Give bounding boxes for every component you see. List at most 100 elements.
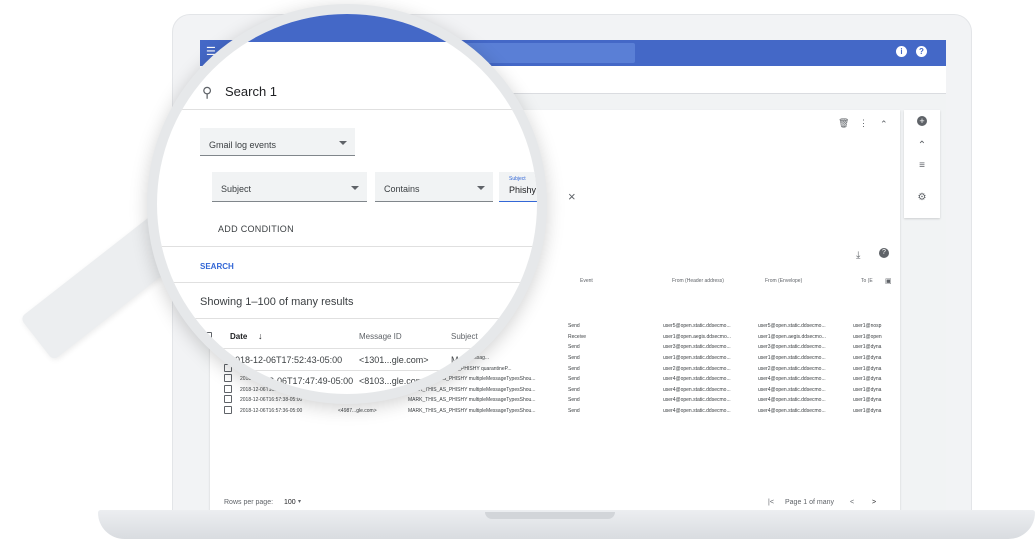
help-icon[interactable]: ?	[879, 248, 889, 258]
column-header-message-id[interactable]: Message ID	[359, 332, 402, 341]
next-page-icon[interactable]: >	[872, 499, 876, 506]
table-cell: user1@dyna	[853, 395, 895, 406]
table-row[interactable]: 2018-12-06T16:57:36-05:00 <4987...gle.com…	[224, 406, 895, 417]
cell-subject: MARK_THIS_AS_PHISHY multipleMessageTypes…	[408, 397, 536, 404]
remove-condition-icon[interactable]: ×	[568, 189, 576, 204]
cell-subject: MARK_THIS_AS_PHISHY multipleMessageTypes…	[408, 408, 536, 415]
zoomed-row-message-id: <8103...gle.com>	[359, 376, 429, 386]
cell-to: user1@dyna	[853, 344, 882, 351]
search-button[interactable]: SEARCH	[200, 262, 234, 271]
scene: ☰ i ? 🗑 ⋮ ⌃ × Event From (Header address…	[0, 0, 1035, 539]
table-cell: user1@open.aegis.ddsecmo...	[758, 332, 853, 343]
cell-to: user1@nosp	[853, 323, 882, 330]
table-cell: user4@open.static.ddsecmo...	[758, 374, 853, 385]
divider	[157, 246, 537, 247]
results-summary: Showing 1–100 of many results	[200, 296, 354, 308]
column-header-to[interactable]: To (E	[861, 278, 873, 284]
expand-all-icon[interactable]: ⌃	[904, 140, 940, 151]
row-checkbox[interactable]	[224, 395, 232, 404]
select-all-checkbox[interactable]	[202, 332, 212, 342]
table-cell: MARK_THIS_AS_PHISHY multipleMessageTypes…	[408, 395, 568, 406]
cell-from-header: user1@open.static.ddsecmo...	[663, 355, 731, 362]
cell-to: user1@dyna	[853, 376, 882, 383]
data-source-select[interactable]: Gmail log events	[200, 128, 355, 156]
search-icon: ⚲	[202, 84, 213, 100]
zoomed-row-message-id: <1301...gle.com>	[359, 355, 429, 365]
cell-from-header: user3@open.static.ddsecmo...	[663, 344, 731, 351]
table-cell: user5@open.static.ddsecmo...	[758, 321, 853, 332]
more-icon[interactable]: ⋮	[859, 118, 868, 129]
cell-to: user1@dyna	[853, 386, 882, 393]
laptop-notch	[485, 512, 615, 519]
column-header-event[interactable]: Event	[580, 278, 593, 284]
info-icon[interactable]: i	[896, 46, 907, 57]
attribute-select[interactable]: Subject	[212, 172, 367, 202]
table-cell: MARK_THIS_AS_PHISHY multipleMessageTypes…	[408, 385, 568, 396]
table-cell: Send	[568, 406, 663, 417]
cell-event: Send	[568, 397, 580, 404]
delete-icon[interactable]: 🗑	[838, 118, 849, 129]
table-cell: user2@open.static.ddsecmo...	[663, 363, 758, 374]
operator-value: Contains	[384, 184, 420, 194]
help-icon[interactable]: ?	[916, 46, 927, 57]
column-header-subject[interactable]: Subject	[451, 332, 478, 341]
row-checkbox[interactable]	[223, 378, 233, 388]
table-cell: MARK_THIS_AS_PHISHY multipleMessageTypes…	[408, 406, 568, 417]
row-checkbox[interactable]	[224, 406, 232, 415]
table-cell: Send	[568, 321, 663, 332]
table-cell: user4@open.static.ddsecmo...	[663, 374, 758, 385]
divider	[157, 109, 537, 110]
sort-descending-icon[interactable]: ↓	[258, 331, 263, 341]
value-field-text: Phishy	[509, 185, 537, 195]
table-cell: user3@open.static.ddsecmo...	[663, 342, 758, 353]
table-cell: Send	[568, 374, 663, 385]
table-cell: user1@nosp	[853, 321, 895, 332]
table-cell: user4@open.static.ddsecmo...	[758, 385, 853, 396]
chevron-down-icon	[477, 186, 485, 190]
table-cell: 2018-12-06T16:57:36-05:00	[240, 406, 338, 417]
lens-topbar	[157, 14, 537, 42]
divider	[157, 282, 537, 283]
page-label: Page 1 of many	[785, 499, 835, 506]
column-header-date[interactable]: Date	[230, 332, 247, 341]
table-cell: user1@dyna	[853, 353, 895, 364]
column-header-from-header[interactable]: From (Header address)	[672, 278, 724, 284]
column-menu-icon[interactable]: ▣	[885, 277, 892, 285]
table-cell: user4@open.static.ddsecmo...	[663, 395, 758, 406]
cell-to: user1@dyna	[853, 408, 882, 415]
cell-from-header: user4@open.static.ddsecmo...	[663, 408, 731, 415]
add-icon[interactable]: +	[904, 116, 940, 127]
first-page-icon[interactable]: |<	[768, 499, 774, 506]
table-cell: user5@open.static.ddsecmo...	[663, 321, 758, 332]
rows-per-page-select[interactable]: 100	[284, 499, 296, 506]
settings-icon[interactable]: ⚙	[904, 192, 940, 203]
cell-from-envelope: user5@open.static.ddsecmo...	[758, 323, 826, 330]
value-field[interactable]: Subject Phishy	[499, 172, 537, 202]
table-cell: Send	[568, 385, 663, 396]
delete-list-icon[interactable]: ≡	[904, 160, 940, 171]
chevron-down-icon: ▾	[298, 499, 302, 505]
table-cell: Receive	[568, 332, 663, 343]
table-cell: user4@open.static.ddsecmo...	[758, 406, 853, 417]
value-field-label: Subject	[509, 176, 526, 182]
table-cell: user1@dyna	[853, 374, 895, 385]
download-icon[interactable]: ⤓	[856, 250, 860, 261]
cell-from-header: user2@open.static.ddsecmo...	[663, 365, 731, 372]
table-cell: <4987...gle.com>	[338, 406, 408, 417]
add-condition-button[interactable]: ADD CONDITION	[218, 224, 294, 234]
cell-date: 2018-12-06T16:57:38-05:00	[240, 397, 303, 404]
table-cell: user1@dyna	[853, 342, 895, 353]
cell-from-header: user5@open.static.ddsecmo...	[663, 323, 731, 330]
cell-event: Send	[568, 355, 580, 362]
column-header-from-envelope[interactable]: From (Envelope)	[765, 278, 802, 284]
operator-select[interactable]: Contains	[375, 172, 493, 202]
attribute-value: Subject	[221, 184, 252, 194]
table-cell: Send	[568, 363, 663, 374]
divider	[157, 348, 537, 349]
cell-from-envelope: user4@open.static.ddsecmo...	[758, 397, 826, 404]
collapse-icon[interactable]: ⌃	[880, 119, 888, 130]
table-cell: user1@open.static.ddsecmo...	[758, 353, 853, 364]
table-cell: Send	[568, 395, 663, 406]
table-cell: user1@dyna	[853, 385, 895, 396]
prev-page-icon[interactable]: <	[850, 499, 854, 506]
